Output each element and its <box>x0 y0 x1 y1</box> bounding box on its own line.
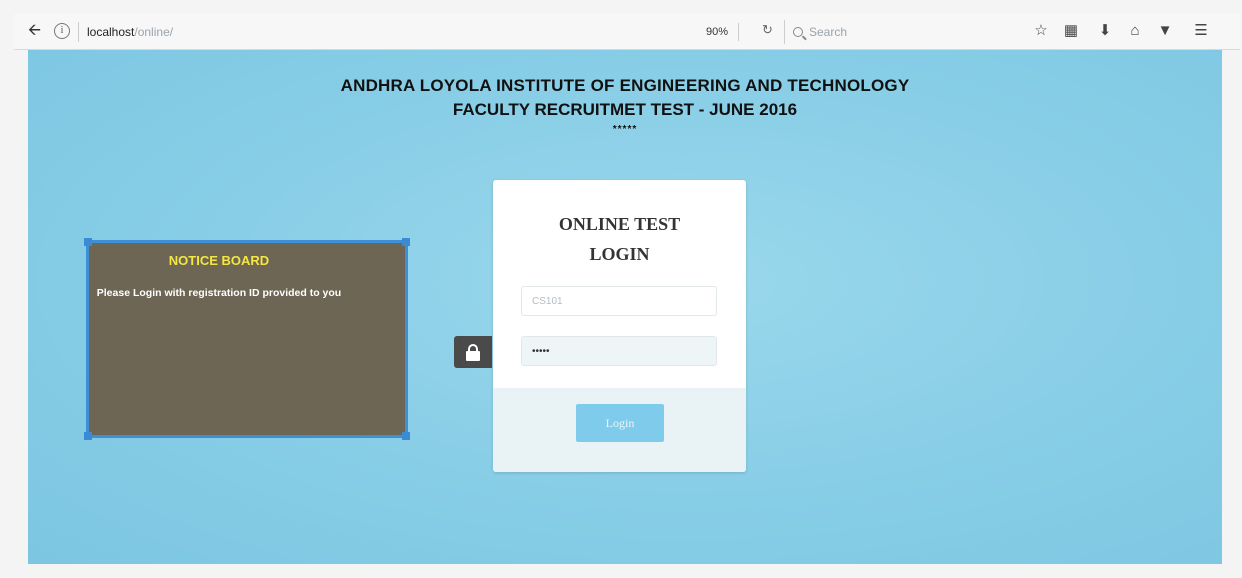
url-path: /online/ <box>134 25 174 39</box>
address-bar[interactable]: localhost/online/ <box>78 22 173 42</box>
info-icon[interactable]: i <box>54 23 70 39</box>
password-input[interactable] <box>521 336 717 366</box>
url-host: localhost <box>87 25 135 39</box>
login-card: ONLINE TEST LOGIN Login <box>493 180 746 472</box>
notice-board: NOTICE BOARD Please Login with registrat… <box>84 238 410 440</box>
back-arrow-icon[interactable]: 🡨 <box>28 22 46 40</box>
notice-message: Please Login with registration ID provid… <box>96 287 342 299</box>
resize-handle[interactable] <box>84 432 92 440</box>
home-icon[interactable]: ⌂ <box>1124 20 1146 42</box>
resize-handle[interactable] <box>402 238 410 246</box>
resize-handle[interactable] <box>402 432 410 440</box>
bookmark-star-icon[interactable]: ☆ <box>1030 20 1052 42</box>
search-box[interactable]: Search <box>784 20 1014 44</box>
pocket-icon[interactable]: ▼ <box>1154 20 1176 42</box>
download-icon[interactable]: ⬇ <box>1094 20 1116 42</box>
institute-name: ANDHRA LOYOLA INSTITUTE OF ENGINEERING A… <box>340 76 910 95</box>
resize-handle[interactable] <box>84 238 92 246</box>
notice-title: NOTICE BOARD <box>168 253 270 268</box>
browser-toolbar: 🡨 i localhost/online/ 90% ↻ Search ☆ ▦ ⬇… <box>14 14 1240 50</box>
search-placeholder: Search <box>809 25 848 39</box>
login-button[interactable]: Login <box>576 404 664 442</box>
page-content: ANDHRA LOYOLA INSTITUTE OF ENGINEERING A… <box>28 50 1222 564</box>
menu-icon[interactable]: ☰ <box>1190 20 1212 42</box>
zoom-level[interactable]: 90% <box>706 23 740 41</box>
registration-id-input[interactable] <box>521 286 717 316</box>
search-icon <box>793 27 803 37</box>
header-stars: ***** <box>612 124 638 135</box>
login-title-line1: ONLINE TEST <box>558 214 681 234</box>
test-title: FACULTY RECRUITMET TEST - JUNE 2016 <box>452 100 798 119</box>
lock-icon <box>454 336 492 368</box>
page-header: ANDHRA LOYOLA INSTITUTE OF ENGINEERING A… <box>28 76 1222 135</box>
reload-icon[interactable]: ↻ <box>762 22 773 38</box>
reading-list-icon[interactable]: ▦ <box>1060 20 1082 42</box>
login-title-line2: LOGIN <box>589 244 650 264</box>
